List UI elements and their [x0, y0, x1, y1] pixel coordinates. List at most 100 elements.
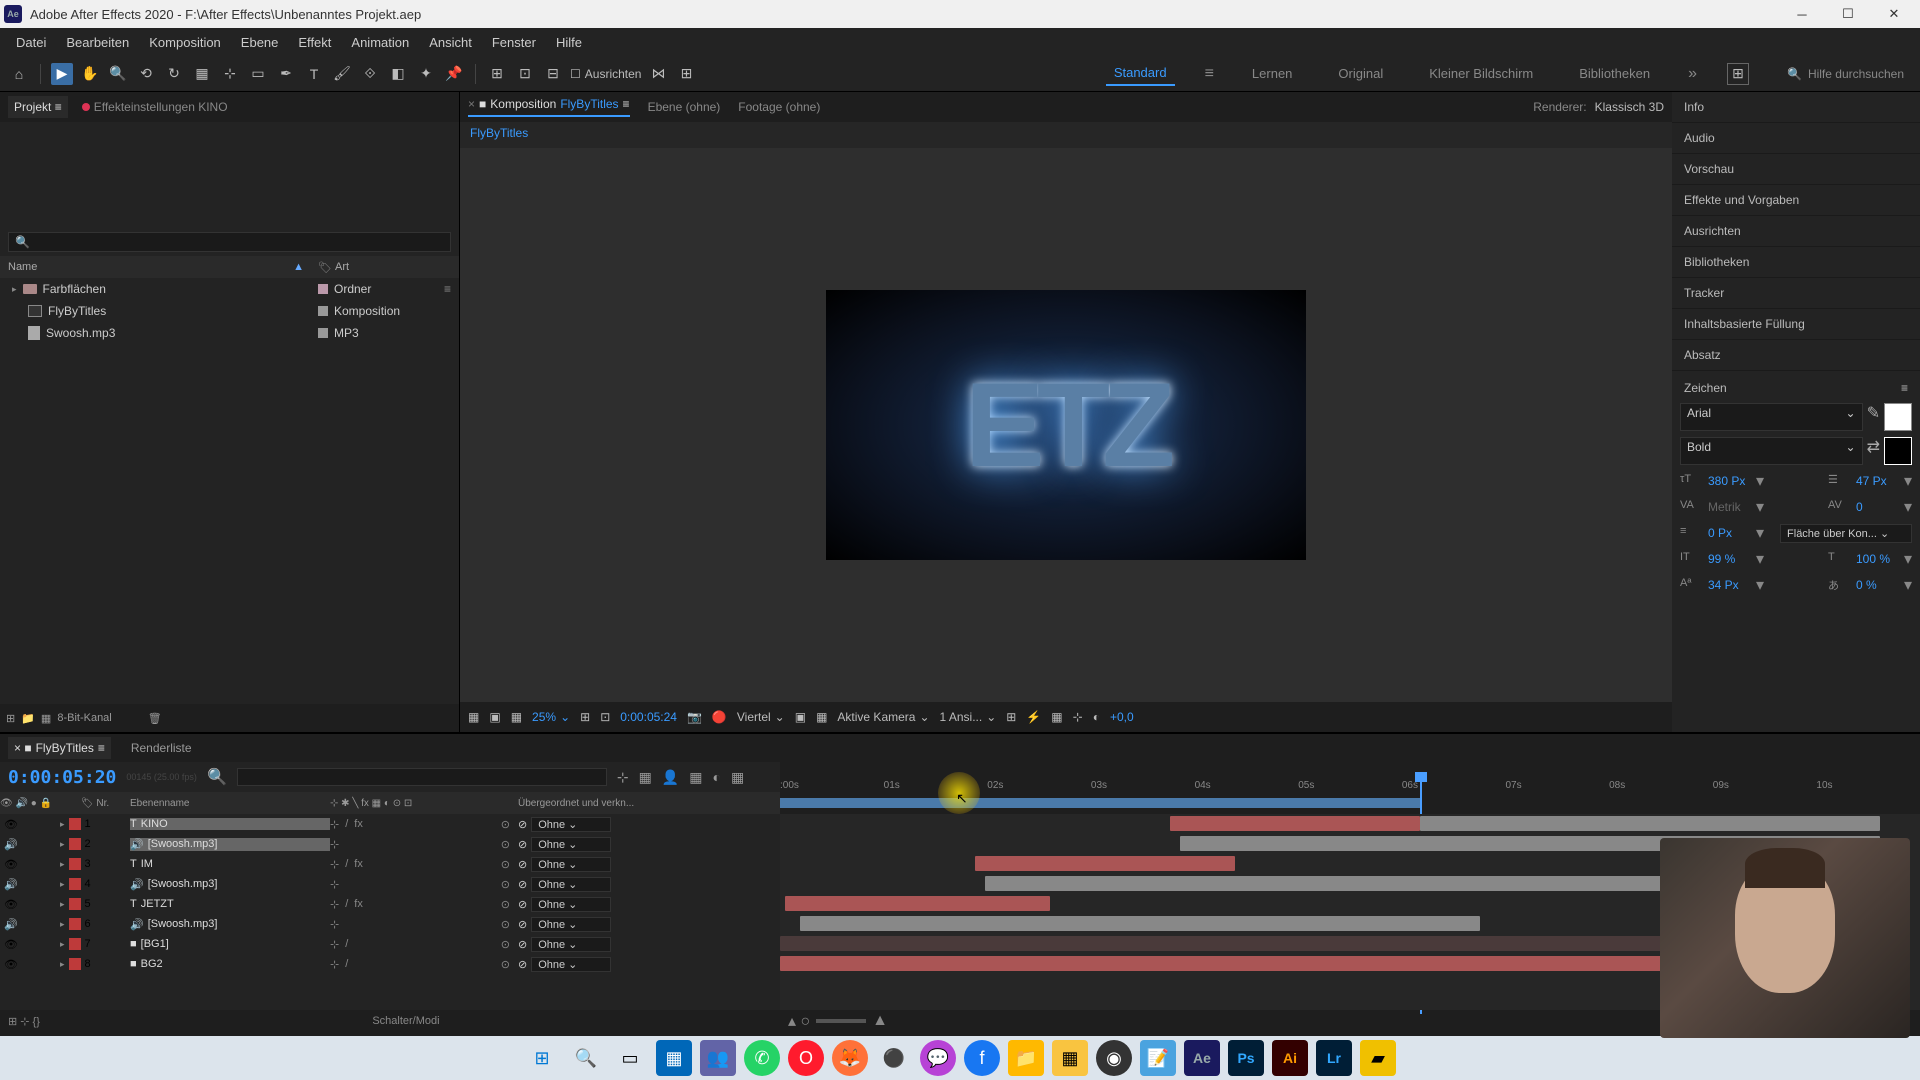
maximize-button[interactable]: ☐ [1834, 4, 1862, 24]
snap-edge-icon[interactable]: ⋈ [647, 63, 669, 85]
taskbar-app1[interactable]: ▦ [656, 1040, 692, 1076]
bitdepth-button[interactable]: 8-Bit-Kanal [57, 712, 111, 724]
font-family-dropdown[interactable]: Arial ⌄ [1680, 403, 1863, 431]
layer-bar[interactable] [785, 896, 1050, 911]
eyedropper-icon[interactable]: ✎ [1867, 403, 1880, 431]
views-dropdown[interactable]: 1 Ansi... ⌄ [940, 710, 997, 724]
world-axis-icon[interactable]: ⊡ [514, 63, 536, 85]
effects-tab[interactable]: Effekteinstellungen KINO [76, 96, 234, 118]
puppet-tool[interactable]: 📌 [443, 63, 465, 85]
taskbar-ai[interactable]: Ai [1272, 1040, 1308, 1076]
panel-tracker[interactable]: Tracker [1672, 278, 1920, 309]
timeline-layer-row[interactable]: 🔊 ▸2 🔊[Swoosh.mp3] ⊹ ⊙ ⊘Ohne ⌄ [0, 834, 780, 854]
taskbar-firefox[interactable]: 🦊 [832, 1040, 868, 1076]
alpha-toggle-icon[interactable]: ▦ [468, 710, 479, 724]
workspace-kleiner[interactable]: Kleiner Bildschirm [1421, 62, 1541, 85]
stroke-value[interactable]: 0 Px [1708, 526, 1748, 540]
timeline-search-icon[interactable]: 🔍 [207, 767, 227, 787]
swap-colors-icon[interactable]: ⇄ [1867, 437, 1880, 465]
camera-dropdown[interactable]: Aktive Kamera ⌄ [837, 710, 929, 724]
workspace-original[interactable]: Original [1330, 62, 1391, 85]
home-tool[interactable]: ⌂ [8, 63, 30, 85]
font-size-value[interactable]: 380 Px [1708, 474, 1748, 488]
panel-fill[interactable]: Inhaltsbasierte Füllung [1672, 309, 1920, 340]
camera-tool[interactable]: ▦ [191, 63, 213, 85]
layer-bar[interactable] [1420, 816, 1880, 831]
tsume-value[interactable]: 0 % [1856, 578, 1896, 592]
toggle-switches-icon[interactable]: ⊞ ⊹ {} [8, 1015, 40, 1028]
panel-audio[interactable]: Audio [1672, 123, 1920, 154]
clone-tool[interactable]: ⟐ [359, 63, 381, 85]
layer-visibility-icon[interactable]: ▦ [511, 710, 522, 724]
fill-color-swatch[interactable] [1884, 403, 1912, 431]
renderer-value[interactable]: Klassisch 3D [1595, 100, 1664, 114]
font-weight-dropdown[interactable]: Bold ⌄ [1680, 437, 1863, 465]
timeline-zoom-slider[interactable] [816, 1019, 866, 1023]
menu-effekt[interactable]: Effekt [288, 31, 341, 54]
workspace-standard[interactable]: Standard [1106, 61, 1175, 86]
project-column-header[interactable]: Name▲ 🏷 Art [0, 256, 459, 278]
layer-bar[interactable] [1170, 816, 1420, 831]
graph-editor-icon[interactable]: ▦ [731, 769, 744, 786]
menu-animation[interactable]: Animation [341, 31, 419, 54]
roto-tool[interactable]: ✦ [415, 63, 437, 85]
comp-tab[interactable]: × ■ Komposition FlyByTitles ≡ [468, 97, 630, 117]
exposure-reset-icon[interactable]: ◐ [1093, 710, 1100, 724]
brush-tool[interactable]: 🖌 [331, 63, 353, 85]
taskbar-ps[interactable]: Ps [1228, 1040, 1264, 1076]
taskbar-app2[interactable]: ⚫ [876, 1040, 912, 1076]
snap-checkbox[interactable]: ☐ Ausrichten [570, 67, 641, 81]
stroke-color-swatch[interactable] [1884, 437, 1912, 465]
eraser-tool[interactable]: ◧ [387, 63, 409, 85]
hscale-value[interactable]: 100 % [1856, 552, 1896, 566]
timeline-search[interactable] [237, 768, 607, 786]
new-comp-icon[interactable]: ▦ [41, 712, 51, 725]
selection-tool[interactable]: ▶ [51, 63, 73, 85]
timeline-layer-row[interactable]: 👁 ▸3 TIM ⊹/fx⊙ ⊘Ohne ⌄ [0, 854, 780, 874]
workspace-menu-icon[interactable]: ⊞ [1727, 63, 1749, 85]
project-item-audio[interactable]: Swoosh.mp3 MP3 [0, 322, 459, 344]
workspace-bibliotheken[interactable]: Bibliotheken [1571, 62, 1658, 85]
taskbar-teams[interactable]: 👥 [700, 1040, 736, 1076]
view-axis-icon[interactable]: ⊟ [542, 63, 564, 85]
exposure-value[interactable]: +0,0 [1110, 710, 1134, 724]
timeline-layer-row[interactable]: 👁 ▸8 ■BG2 ⊹/⊙ ⊘Ohne ⌄ [0, 954, 780, 974]
timeline-tab[interactable]: × ■ FlyByTitles ≡ [8, 737, 111, 759]
channel-icon[interactable]: ▣ [489, 710, 500, 724]
leading-value[interactable]: 47 Px [1856, 474, 1896, 488]
menu-datei[interactable]: Datei [6, 31, 56, 54]
orbit-tool[interactable]: ⟲ [135, 63, 157, 85]
menu-komposition[interactable]: Komposition [139, 31, 231, 54]
new-folder-icon[interactable]: 📁 [21, 712, 35, 725]
rotate-tool[interactable]: ↻ [163, 63, 185, 85]
render-queue-tab[interactable]: Renderliste [125, 737, 198, 759]
timeline-layer-row[interactable]: 👁 ▸7 ■[BG1] ⊹/⊙ ⊘Ohne ⌄ [0, 934, 780, 954]
project-item-folder[interactable]: ▸Farbflächen Ordner≡ [0, 278, 459, 300]
zoom-dropdown[interactable]: 25% ⌄ [532, 710, 570, 724]
viewer-timecode[interactable]: 0:00:05:24 [620, 710, 677, 724]
timeline-layer-row[interactable]: 🔊 ▸6 🔊[Swoosh.mp3] ⊹ ⊙ ⊘Ohne ⌄ [0, 914, 780, 934]
panel-effekte[interactable]: Effekte und Vorgaben [1672, 185, 1920, 216]
baseline-value[interactable]: 34 Px [1708, 578, 1748, 592]
layer-tab[interactable]: Ebene (ohne) [648, 100, 721, 114]
panel-ausrichten[interactable]: Ausrichten [1672, 216, 1920, 247]
taskbar-notepad[interactable]: 📝 [1140, 1040, 1176, 1076]
menu-ebene[interactable]: Ebene [231, 31, 289, 54]
layer-bar[interactable] [800, 916, 1480, 931]
panel-info[interactable]: Info [1672, 92, 1920, 123]
anchor-tool[interactable]: ⊹ [219, 63, 241, 85]
layer-bar[interactable] [975, 856, 1235, 871]
panel-bibliotheken[interactable]: Bibliotheken [1672, 247, 1920, 278]
zoom-out-icon[interactable]: ▴ ○ [788, 1011, 810, 1031]
frame-blend-icon[interactable]: ▦ [689, 769, 702, 786]
panel-menu-icon[interactable]: ≡ [1901, 381, 1908, 395]
menu-ansicht[interactable]: Ansicht [419, 31, 482, 54]
interpret-footage-icon[interactable]: ⊞ [6, 712, 15, 725]
zoom-in-icon[interactable]: ▲ [872, 1012, 888, 1030]
project-search[interactable]: 🔍 [8, 232, 451, 252]
tracking-value[interactable]: 0 [1856, 500, 1896, 514]
switches-modes-toggle[interactable]: Schalter/Modi [372, 1015, 439, 1027]
draft3d-icon[interactable]: ▦ [639, 769, 652, 786]
layer-bar[interactable] [985, 876, 1675, 891]
taskbar-app3[interactable]: ▦ [1052, 1040, 1088, 1076]
